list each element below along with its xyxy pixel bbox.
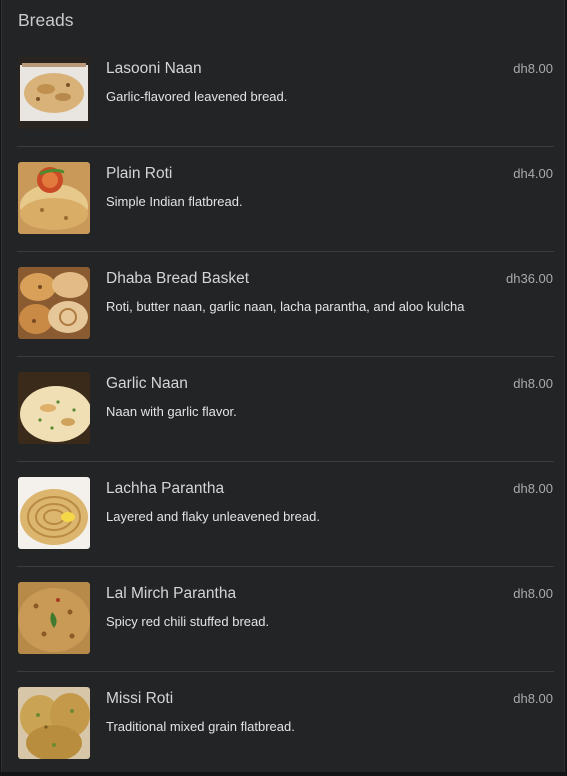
item-price: dh8.00	[513, 376, 553, 391]
plain-roti-photo	[18, 162, 90, 234]
item-name: Lachha Parantha	[106, 480, 225, 497]
item-name: Lal Mirch Parantha	[106, 585, 237, 602]
item-name: Dhaba Bread Basket	[106, 270, 250, 287]
item-description: Simple Indian flatbread.	[106, 194, 243, 209]
lachha-parantha-photo	[18, 477, 90, 549]
item-price: dh8.00	[513, 586, 553, 601]
item-price: dh4.00	[513, 166, 553, 181]
menu-item-missi-roti[interactable]: Missi Roti Traditional mixed grain flatb…	[17, 672, 554, 776]
item-description: Garlic-flavored leavened bread.	[106, 89, 288, 104]
menu-item-lal-mirch-parantha[interactable]: Lal Mirch Parantha Spicy red chili stuff…	[17, 567, 554, 672]
bread-basket-photo	[18, 267, 90, 339]
menu-item-dhaba-bread-basket[interactable]: Dhaba Bread Basket Roti, butter naan, ga…	[17, 252, 554, 357]
item-description: Traditional mixed grain flatbread.	[106, 719, 295, 734]
item-price: dh36.00	[506, 271, 553, 286]
menu-section-panel: Breads Lasooni Naan Garlic-flavored leav…	[1, 0, 565, 772]
menu-item-garlic-naan[interactable]: Garlic Naan Naan with garlic flavor. dh8…	[17, 357, 554, 462]
item-name: Missi Roti	[106, 690, 174, 707]
menu-item-lachha-parantha[interactable]: Lachha Parantha Layered and flaky unleav…	[17, 462, 554, 567]
menu-item-lasooni-naan[interactable]: Lasooni Naan Garlic-flavored leavened br…	[17, 42, 554, 147]
item-price: dh8.00	[513, 691, 553, 706]
lasooni-naan-photo	[18, 57, 90, 129]
section-title: Breads	[18, 10, 74, 30]
item-name: Plain Roti	[106, 165, 173, 182]
item-name: Lasooni Naan	[106, 60, 202, 77]
item-price: dh8.00	[513, 61, 553, 76]
item-price: dh8.00	[513, 481, 553, 496]
menu-item-plain-roti[interactable]: Plain Roti Simple Indian flatbread. dh4.…	[17, 147, 554, 252]
item-description: Roti, butter naan, garlic naan, lacha pa…	[106, 299, 465, 314]
lal-mirch-parantha-photo	[18, 582, 90, 654]
item-description: Layered and flaky unleavened bread.	[106, 509, 320, 524]
item-description: Naan with garlic flavor.	[106, 404, 237, 419]
missi-roti-photo	[18, 687, 90, 759]
item-name: Garlic Naan	[106, 375, 188, 392]
garlic-naan-photo	[18, 372, 90, 444]
item-description: Spicy red chili stuffed bread.	[106, 614, 270, 629]
menu-item-list: Lasooni Naan Garlic-flavored leavened br…	[2, 42, 564, 776]
